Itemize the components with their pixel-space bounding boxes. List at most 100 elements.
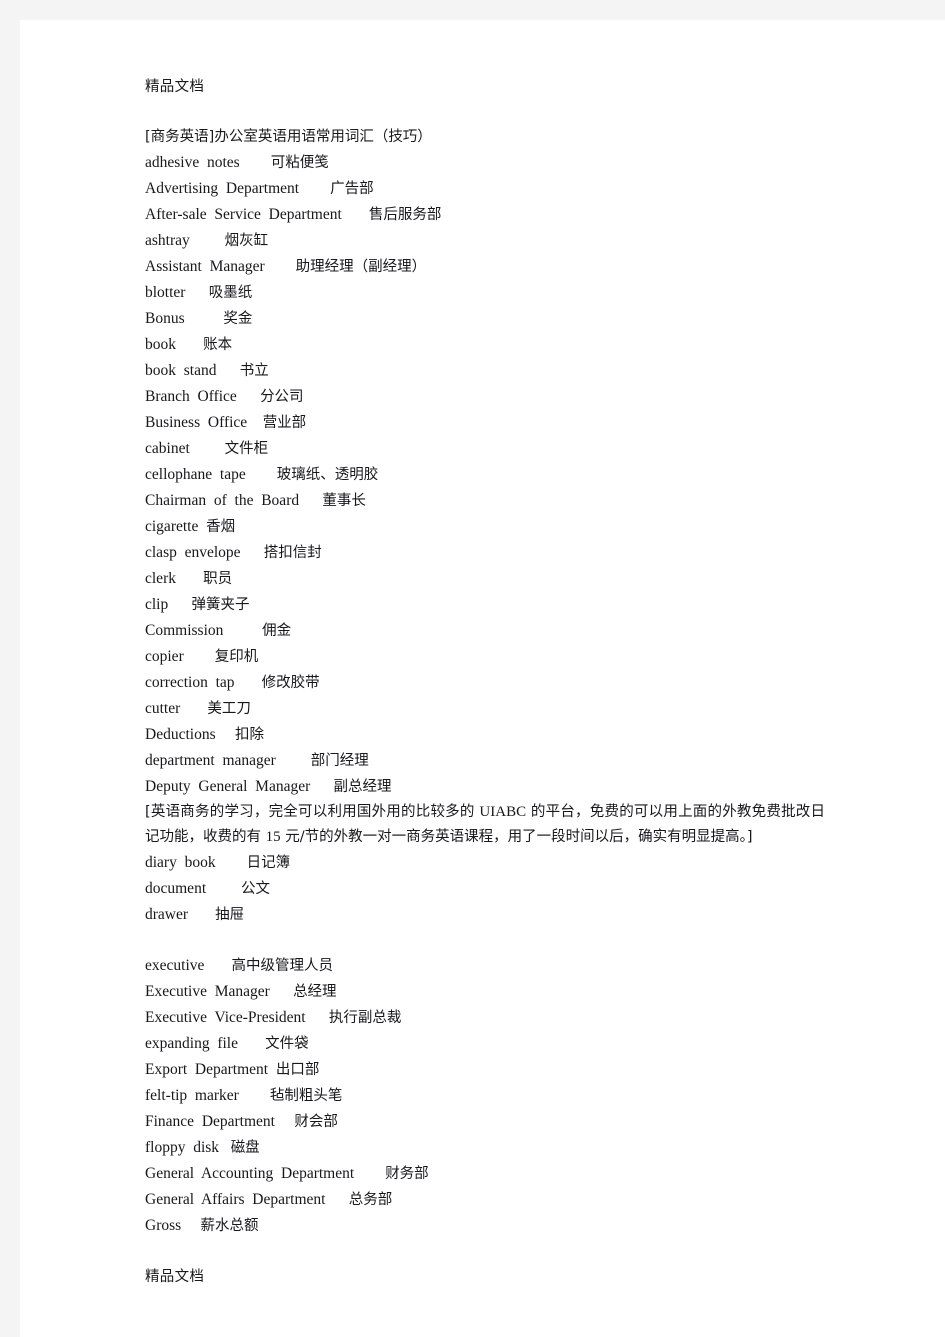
glossary-gap	[185, 284, 208, 301]
glossary-gap	[216, 362, 239, 379]
glossary-entry: cigarette 香烟	[145, 514, 845, 540]
glossary-gap	[219, 1139, 231, 1156]
promotional-note: [英语商务的学习，完全可以利用国外用的比较多的 UIABC 的平台，免费的可以用…	[145, 800, 825, 850]
note-suffix: 元/节的外教一对一商务英语课程，用了一段时间以后，确实有明显提高。]	[280, 829, 753, 845]
glossary-gap	[241, 544, 264, 561]
glossary-term-en: ashtray	[145, 232, 190, 249]
glossary-gap	[223, 622, 262, 639]
page-title: [商务英语]办公室英语用语常用词汇（技巧）	[145, 129, 432, 145]
glossary-term-en: department manager	[145, 752, 276, 769]
glossary-term-cn: 副总经理	[333, 779, 392, 795]
glossary-gap	[342, 206, 369, 223]
glossary-term-cn: 可粘便笺	[270, 155, 329, 171]
glossary-term-cn: 搭扣信封	[263, 545, 322, 561]
glossary-term-en: adhesive notes	[145, 154, 240, 171]
glossary-term-cn: 吸墨纸	[208, 285, 253, 301]
glossary-gap	[184, 648, 215, 665]
glossary-entry: executive 高中级管理人员	[145, 953, 845, 979]
glossary-list-part2: diary book 日记簿 document 公文 drawer 抽屉	[145, 850, 845, 928]
glossary-entry: Bonus 奖金	[145, 306, 845, 332]
glossary-entry: Branch Office 分公司	[145, 384, 845, 410]
glossary-gap	[238, 1035, 265, 1052]
glossary-term-cn: 执行副总裁	[328, 1010, 402, 1026]
glossary-term-en: General Accounting Department	[145, 1165, 355, 1182]
glossary-gap	[235, 674, 262, 691]
glossary-entry: drawer 抽屉	[145, 902, 845, 928]
glossary-term-en: Finance Department	[145, 1113, 275, 1130]
glossary-entry: adhesive notes 可粘便笺	[145, 150, 845, 176]
glossary-gap	[240, 154, 271, 171]
glossary-term-en: cigarette	[145, 518, 199, 535]
glossary-entry: Advertising Department 广告部	[145, 176, 845, 202]
glossary-entry: blotter 吸墨纸	[145, 280, 845, 306]
glossary-term-cn: 玻璃纸、透明胶	[276, 467, 379, 483]
glossary-term-en: document	[145, 880, 207, 897]
glossary-term-en: cutter	[145, 700, 181, 717]
glossary-term-en: felt-tip marker	[145, 1087, 239, 1104]
glossary-gap	[216, 854, 247, 871]
glossary-term-cn: 分公司	[260, 389, 304, 405]
glossary-term-en: book	[145, 336, 176, 353]
glossary-entry: expanding file 文件袋	[145, 1031, 845, 1057]
note-brand: UIABC	[479, 804, 527, 820]
glossary-entry: felt-tip marker 毡制粗头笔	[145, 1083, 845, 1109]
glossary-list-part1: adhesive notes 可粘便笺 Advertising Departmen…	[145, 150, 845, 800]
glossary-entry: Deductions 扣除	[145, 722, 845, 748]
glossary-gap	[185, 310, 224, 327]
glossary-term-cn: 弹簧夹子	[191, 597, 250, 613]
glossary-term-en: Deductions	[145, 726, 216, 743]
glossary-entry: Executive Vice-President 执行副总裁	[145, 1005, 845, 1031]
glossary-term-en: diary book	[145, 854, 216, 871]
glossary-term-cn: 佣金	[262, 623, 292, 639]
glossary-term-en: Export Department	[145, 1061, 269, 1078]
glossary-term-cn: 售后服务部	[368, 207, 442, 223]
glossary-term-en: Chairman of the Board	[145, 492, 300, 509]
glossary-term-en: Commission	[145, 622, 224, 639]
glossary-term-en: clip	[145, 596, 169, 613]
glossary-term-cn: 出口部	[275, 1062, 320, 1078]
glossary-entry: After-sale Service Department 售后服务部	[145, 202, 845, 228]
glossary-gap	[190, 440, 225, 457]
glossary-entry: Commission 佣金	[145, 618, 845, 644]
glossary-gap	[181, 1217, 200, 1234]
glossary-gap	[270, 983, 293, 1000]
glossary-term-en: Business Office	[145, 414, 248, 431]
glossary-list-part3: executive 高中级管理人员 Executive Manager 总经理 Ex…	[145, 953, 845, 1239]
glossary-term-cn: 营业部	[262, 415, 307, 431]
glossary-term-en: Executive Manager	[145, 983, 270, 1000]
glossary-entry: cabinet 文件柜	[145, 436, 845, 462]
note-prefix: [英语商务的学习，完全可以利用国外用的比较多的	[145, 804, 480, 820]
glossary-entry: Export Department 出口部	[145, 1057, 845, 1083]
glossary-term-en: blotter	[145, 284, 186, 301]
glossary-entry: clasp envelope 搭扣信封	[145, 540, 845, 566]
glossary-term-cn: 扣除	[234, 727, 264, 743]
glossary-entry: General Affairs Department 总务部	[145, 1187, 845, 1213]
glossary-term-en: cabinet	[145, 440, 190, 457]
glossary-entry: document 公文	[145, 876, 845, 902]
glossary-entry: clip 弹簧夹子	[145, 592, 845, 618]
glossary-gap	[206, 880, 241, 897]
glossary-entry: Business Office 营业部	[145, 410, 845, 436]
glossary-term-en: drawer	[145, 906, 189, 923]
glossary-term-en: After-sale Service Department	[145, 206, 342, 223]
glossary-gap	[306, 1009, 329, 1026]
glossary-term-cn: 高中级管理人员	[231, 958, 334, 974]
glossary-term-cn: 香烟	[206, 519, 236, 535]
glossary-entry: book 账本	[145, 332, 845, 358]
glossary-entry: correction tap 修改胶带	[145, 670, 845, 696]
glossary-term-cn: 广告部	[330, 181, 374, 197]
document-page: 精品文档 [商务英语]办公室英语用语常用词汇（技巧） adhesive note…	[20, 20, 945, 1337]
glossary-term-en: General Affairs Department	[145, 1191, 326, 1208]
glossary-term-cn: 董事长	[322, 493, 366, 509]
glossary-gap	[180, 700, 207, 717]
glossary-term-en: clasp envelope	[145, 544, 241, 561]
glossary-term-cn: 部门经理	[310, 753, 369, 769]
glossary-term-en: copier	[145, 648, 184, 665]
glossary-term-cn: 日记簿	[246, 855, 291, 871]
document-content: 精品文档 [商务英语]办公室英语用语常用词汇（技巧） adhesive note…	[145, 75, 845, 1290]
glossary-gap	[354, 1165, 385, 1182]
glossary-term-en: clerk	[145, 570, 176, 587]
glossary-entry: diary book 日记簿	[145, 850, 845, 876]
glossary-gap	[299, 180, 330, 197]
